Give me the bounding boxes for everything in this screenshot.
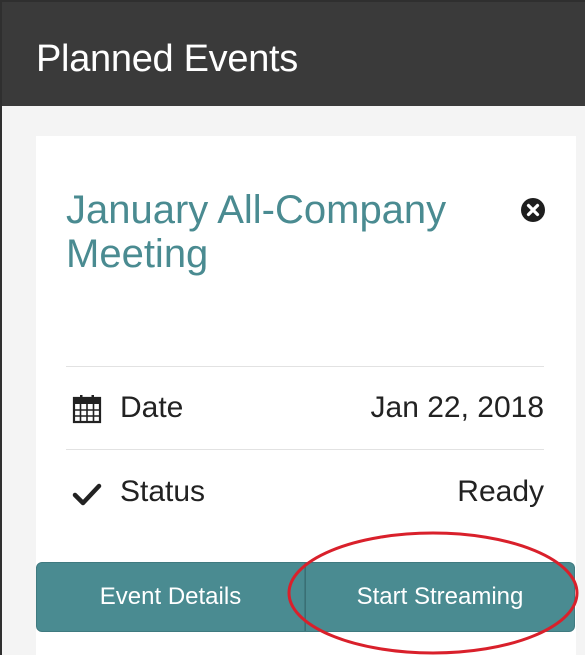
close-icon[interactable]	[519, 196, 547, 224]
event-card: January All-Company Meeting Date Jan 22,…	[36, 136, 576, 655]
event-details-button[interactable]: Event Details	[36, 562, 305, 632]
date-value: Jan 22, 2018	[370, 391, 544, 424]
divider	[66, 366, 544, 367]
planned-events-panel: Planned Events January All-Company Meeti…	[0, 0, 585, 655]
calendar-icon	[72, 395, 102, 424]
date-label: Date	[120, 391, 184, 424]
panel-header: Planned Events	[2, 2, 585, 106]
page-title: Planned Events	[36, 38, 298, 80]
divider	[66, 449, 544, 450]
status-row: Status Ready	[66, 472, 544, 512]
event-title[interactable]: January All-Company Meeting	[66, 188, 466, 276]
status-value: Ready	[457, 475, 544, 508]
start-streaming-button[interactable]: Start Streaming	[305, 562, 575, 632]
date-row: Date Jan 22, 2018	[66, 388, 544, 428]
status-label: Status	[120, 475, 206, 508]
checkmark-icon	[72, 483, 102, 506]
